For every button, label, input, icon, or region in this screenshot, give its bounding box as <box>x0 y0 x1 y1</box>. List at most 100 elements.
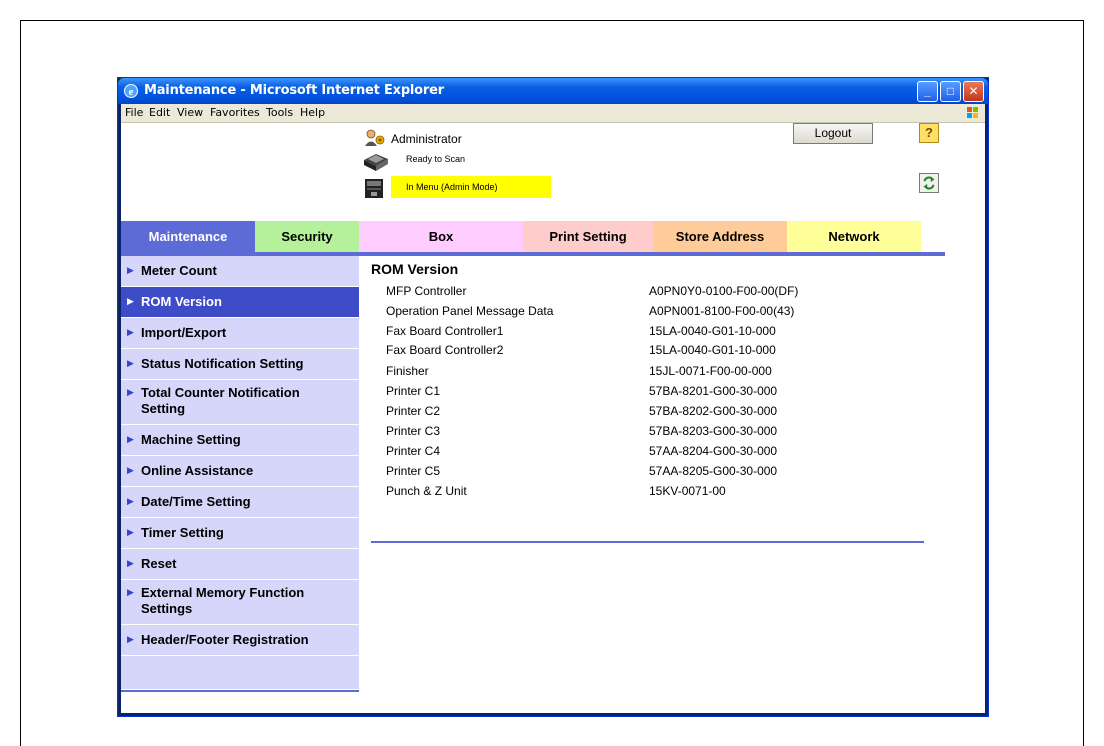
sidebar-item-meter-count[interactable]: ▶ Meter Count <box>121 256 359 287</box>
sidebar-item-timer-setting[interactable]: ▶ Timer Setting <box>121 518 359 549</box>
sidebar-item-online-assistance[interactable]: ▶ Online Assistance <box>121 456 359 487</box>
rom-row: Printer C1 57BA-8201-G00-30-000 <box>386 384 946 402</box>
scanner-icon <box>364 154 388 171</box>
sidebar-item-label: Online Assistance <box>141 463 254 478</box>
rom-row: Fax Board Controller1 15LA-0040-G01-10-0… <box>386 324 946 342</box>
logout-button[interactable]: Logout <box>793 123 873 144</box>
rom-row-value: A0PN0Y0-0100-F00-00(DF) <box>649 284 799 298</box>
tab-store-address-label: Store Address <box>675 229 765 244</box>
sidebar-item-label: External Memory Function Settings <box>141 585 305 616</box>
refresh-icon <box>923 176 935 190</box>
menu-edit[interactable]: Edit <box>149 106 170 119</box>
rom-row-value: 57BA-8202-G00-30-000 <box>649 404 778 418</box>
minimize-button[interactable]: _ <box>917 81 938 102</box>
tab-network[interactable]: Network <box>787 221 921 253</box>
arrow-right-icon: ▶ <box>127 265 134 275</box>
rom-row-value: 57BA-8201-G00-30-000 <box>649 384 778 398</box>
rom-row-value: 15LA-0040-G01-10-000 <box>649 324 776 338</box>
arrow-right-icon: ▶ <box>127 387 134 397</box>
arrow-right-icon: ▶ <box>127 327 134 337</box>
rom-row: Printer C5 57AA-8205-G00-30-000 <box>386 464 946 482</box>
refresh-button[interactable] <box>919 173 939 193</box>
sidebar-item-total-counter[interactable]: ▶ Total Counter Notification Setting <box>121 380 359 425</box>
arrow-right-icon: ▶ <box>127 434 134 444</box>
rom-row: Printer C2 57BA-8202-G00-30-000 <box>386 404 946 422</box>
browser-window: e Maintenance - Microsoft Internet Explo… <box>117 77 989 717</box>
rom-row-name: Printer C4 <box>386 444 441 458</box>
rom-row-name: Printer C2 <box>386 404 441 418</box>
rom-row: Operation Panel Message Data A0PN001-810… <box>386 304 946 322</box>
menu-tools[interactable]: Tools <box>266 106 293 119</box>
rom-row-name: Operation Panel Message Data <box>386 304 554 318</box>
tab-maintenance-label: Maintenance <box>148 229 228 244</box>
tab-print-setting[interactable]: Print Setting <box>523 221 653 253</box>
sidebar-item-date-time[interactable]: ▶ Date/Time Setting <box>121 487 359 518</box>
sidebar-item-import-export[interactable]: ▶ Import/Export <box>121 318 359 349</box>
content-bottom-rule <box>371 541 924 543</box>
close-button[interactable]: ✕ <box>963 81 984 102</box>
tab-strip: Maintenance Security Box Print Setting S… <box>121 221 921 253</box>
rom-row-name: Fax Board Controller2 <box>386 343 504 357</box>
rom-row: Punch & Z Unit 15KV-0071-00 <box>386 484 946 502</box>
sidebar-item-label: Import/Export <box>141 325 227 340</box>
menu-file[interactable]: File <box>125 106 143 119</box>
rom-row-value: A0PN001-8100-F00-00(43) <box>649 304 795 318</box>
page-title: ROM Version <box>371 261 459 277</box>
rom-row-value: 15LA-0040-G01-10-000 <box>649 343 776 357</box>
arrow-right-icon: ▶ <box>127 358 134 368</box>
arrow-right-icon: ▶ <box>127 296 134 306</box>
sidebar-item-external-memory[interactable]: ▶ External Memory Function Settings <box>121 580 359 625</box>
page-content: Administrator Logout ? Ready to Scan In … <box>121 123 985 713</box>
menu-view[interactable]: View <box>177 106 203 119</box>
tab-security-label: Security <box>281 229 333 244</box>
sidebar-item-label: Header/Footer Registration <box>141 632 309 647</box>
tab-box-label: Box <box>428 229 454 244</box>
sidebar-item-label: Timer Setting <box>141 525 224 540</box>
rom-row-value: 15KV-0071-00 <box>649 484 726 498</box>
arrow-right-icon: ▶ <box>127 587 134 597</box>
arrow-right-icon: ▶ <box>127 527 134 537</box>
administrator-icon <box>365 129 385 146</box>
svg-text:e: e <box>129 86 134 98</box>
arrow-right-icon: ▶ <box>127 496 134 506</box>
sidebar-item-label: Total Counter Notification Setting <box>141 385 300 416</box>
tab-box[interactable]: Box <box>359 221 523 253</box>
help-button[interactable]: ? <box>919 123 939 143</box>
rom-row-value: 57AA-8204-G00-30-000 <box>649 444 778 458</box>
rom-row-value: 15JL-0071-F00-00-000 <box>649 364 772 378</box>
sidebar-item-label: Date/Time Setting <box>141 494 251 509</box>
menu-help[interactable]: Help <box>300 106 325 119</box>
rom-row-name: Finisher <box>386 364 429 378</box>
sidebar-item-status-notification[interactable]: ▶ Status Notification Setting <box>121 349 359 380</box>
sidebar-item-machine-setting[interactable]: ▶ Machine Setting <box>121 425 359 456</box>
menu-favorites[interactable]: Favorites <box>210 106 260 119</box>
title-bar[interactable]: e Maintenance - Microsoft Internet Explo… <box>118 78 988 104</box>
sidebar: ▶ Meter Count ▶ ROM Version ▶ Import/Exp… <box>121 256 359 689</box>
tab-maintenance[interactable]: Maintenance <box>121 221 255 253</box>
windows-flag-icon <box>967 107 978 118</box>
tab-print-setting-label: Print Setting <box>549 229 627 244</box>
sidebar-item-label: ROM Version <box>141 294 222 309</box>
tab-store-address[interactable]: Store Address <box>653 221 787 253</box>
rom-row: Printer C4 57AA-8204-G00-30-000 <box>386 444 946 462</box>
sidebar-item-header-footer[interactable]: ▶ Header/Footer Registration <box>121 625 359 656</box>
sidebar-item-label: Reset <box>141 556 177 571</box>
sidebar-item-reset[interactable]: ▶ Reset <box>121 549 359 580</box>
rom-row-value: 57BA-8203-G00-30-000 <box>649 424 778 438</box>
status-mode-text: In Menu (Admin Mode) <box>406 182 498 192</box>
sidebar-item-label: Machine Setting <box>141 432 241 447</box>
arrow-right-icon: ▶ <box>127 465 134 475</box>
tab-security[interactable]: Security <box>255 221 359 253</box>
rom-row-value: 57AA-8205-G00-30-000 <box>649 464 778 478</box>
rom-row-name: Printer C5 <box>386 464 441 478</box>
maximize-button[interactable]: □ <box>940 81 961 102</box>
rom-row: Finisher 15JL-0071-F00-00-000 <box>386 364 946 382</box>
rom-row-name: MFP Controller <box>386 284 467 298</box>
sidebar-bottom-rule <box>121 690 359 692</box>
internet-explorer-icon: e <box>124 84 138 98</box>
sidebar-item-rom-version[interactable]: ▶ ROM Version <box>121 287 359 318</box>
sidebar-item-label: Meter Count <box>141 263 217 278</box>
status-ready-text: Ready to Scan <box>406 154 466 164</box>
rom-row: Printer C3 57BA-8203-G00-30-000 <box>386 424 946 442</box>
rom-row-name: Printer C3 <box>386 424 441 438</box>
